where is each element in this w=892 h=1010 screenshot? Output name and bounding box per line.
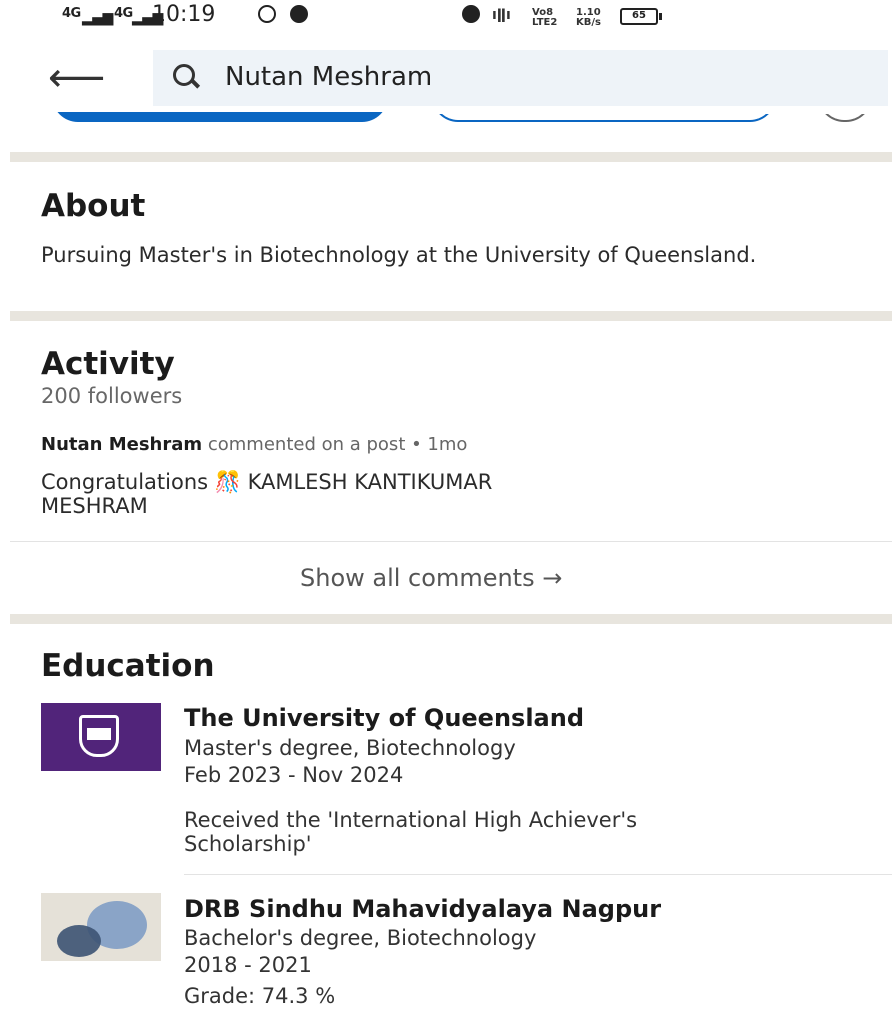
- alarm-icon: [462, 5, 480, 23]
- signal-bars-icon: ▂▄▆: [82, 10, 113, 26]
- show-all-comments-button[interactable]: Show all comments →: [300, 564, 562, 592]
- post-text-line-2[interactable]: MESHRAM: [41, 494, 148, 518]
- education-dates-2: 2018 - 2021: [184, 953, 312, 977]
- education-degree-2: Bachelor's degree, Biotechnology: [184, 926, 537, 950]
- post-text-line-1[interactable]: Congratulations 🎊 KAMLESH KANTIKUMAR: [41, 470, 492, 494]
- followers-count[interactable]: 200 followers: [41, 384, 182, 408]
- section-divider: [10, 152, 892, 162]
- search-bar[interactable]: Nutan Meshram: [153, 50, 888, 106]
- uq-logo[interactable]: [41, 703, 161, 771]
- activity-post-meta: Nutan Meshram commented on a post • 1mo: [41, 434, 467, 455]
- education-note-1-line-2: Scholarship': [184, 832, 312, 856]
- telegram-icon: [290, 5, 308, 23]
- shield-icon: [79, 715, 119, 757]
- battery-icon: 65: [620, 8, 662, 25]
- vibrate-icon: ıǁı: [492, 7, 511, 23]
- post-meta-text: commented on a post • 1mo: [202, 434, 468, 455]
- network-speed: 1.10 KB/s: [576, 7, 601, 28]
- education-note-1-line-1: Received the 'International High Achieve…: [184, 808, 638, 832]
- education-school-1[interactable]: The University of Queensland: [184, 704, 584, 732]
- status-bar: 4G ▂▄▆ 4G ▂▄▆ 10:19 ıǁı Vo8 LTE2 1.10 KB…: [0, 0, 892, 36]
- post-author[interactable]: Nutan Meshram: [41, 434, 202, 455]
- activity-heading: Activity: [41, 346, 175, 382]
- signal-1-indicator: 4G: [62, 6, 81, 21]
- education-school-2[interactable]: DRB Sindhu Mahavidyalaya Nagpur: [184, 895, 661, 923]
- status-time: 10:19: [152, 2, 216, 27]
- education-heading: Education: [41, 648, 215, 684]
- divider-line: [184, 874, 892, 875]
- education-degree-1: Master's degree, Biotechnology: [184, 736, 516, 760]
- volte-indicator: Vo8 LTE2: [532, 7, 558, 28]
- education-grade-2: Grade: 74.3 %: [184, 984, 336, 1008]
- about-text: Pursuing Master's in Biotechnology at th…: [41, 243, 757, 267]
- drb-logo[interactable]: [41, 893, 161, 961]
- about-heading: About: [41, 188, 146, 224]
- section-divider: [10, 311, 892, 321]
- divider-line: [10, 541, 892, 542]
- search-query: Nutan Meshram: [225, 62, 433, 92]
- search-icon: [173, 64, 195, 86]
- back-arrow-icon[interactable]: ⟵: [48, 58, 108, 100]
- whatsapp-icon: [258, 5, 276, 23]
- signal-2-indicator: 4G: [114, 6, 133, 21]
- section-divider: [10, 614, 892, 624]
- education-dates-1: Feb 2023 - Nov 2024: [184, 763, 404, 787]
